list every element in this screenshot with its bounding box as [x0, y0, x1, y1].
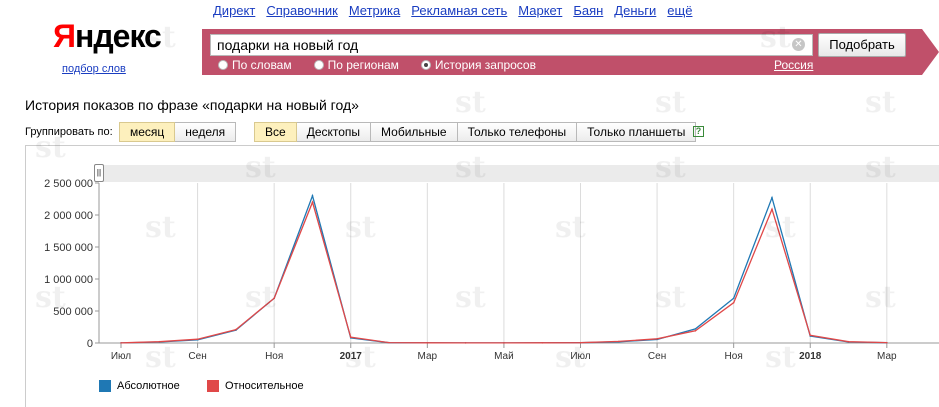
y-tick-label: 0	[87, 338, 93, 350]
data-point	[426, 342, 429, 344]
legend-label: Абсолютное	[117, 380, 180, 392]
data-point	[656, 338, 658, 340]
data-point	[273, 297, 275, 300]
data-point	[847, 340, 850, 343]
data-point	[464, 342, 467, 344]
y-tick-label: 1 000 000	[44, 274, 93, 286]
data-point	[886, 341, 888, 344]
data-point	[694, 328, 697, 330]
x-tick-label: Мар	[877, 351, 897, 362]
data-point	[158, 340, 161, 343]
data-point	[311, 195, 314, 197]
data-point	[311, 201, 314, 203]
data-point	[579, 341, 582, 344]
data-point	[196, 338, 199, 340]
data-point	[349, 336, 352, 339]
data-point	[771, 196, 773, 199]
data-point	[694, 330, 697, 332]
data-point	[771, 208, 773, 211]
data-point	[503, 342, 505, 344]
data-point	[617, 340, 620, 343]
x-tick-label: Май	[494, 351, 514, 362]
legend-swatch	[207, 380, 219, 392]
x-tick-label: Сен	[648, 351, 666, 362]
data-point	[388, 341, 390, 344]
legend-item[interactable]: Относительное	[207, 380, 304, 392]
x-tick-label: Сен	[188, 351, 206, 362]
y-tick-label: 1 500 000	[44, 242, 93, 254]
legend-label: Относительное	[225, 380, 304, 392]
x-tick-label: Мар	[418, 351, 438, 362]
page-root: Директ Справочник Метрика Рекламная сеть Мар…	[0, 0, 939, 407]
y-tick-label: 2 500 000	[44, 178, 93, 190]
y-tick-label: 500 000	[53, 306, 93, 318]
x-tick-label: Июл	[570, 351, 590, 362]
legend-item[interactable]: Абсолютное	[99, 380, 180, 392]
x-tick-label: 2018	[799, 351, 822, 362]
data-point	[732, 301, 735, 304]
x-tick-label: Ноя	[265, 351, 283, 362]
data-point	[235, 328, 237, 331]
data-point	[541, 342, 544, 344]
y-tick-label: 2 000 000	[44, 210, 93, 222]
history-chart: Июл Сен Ноя 2017 Мар Май Июл Сен Ноя 2018 Мар 2 500…	[44, 178, 939, 362]
x-tick-label: Июл	[111, 351, 131, 362]
x-tick-label: 2017	[340, 351, 363, 362]
data-point	[732, 297, 735, 300]
x-tick-label: Ноя	[725, 351, 743, 362]
legend-swatch	[99, 380, 111, 392]
data-point	[120, 342, 122, 344]
data-point	[809, 334, 812, 337]
